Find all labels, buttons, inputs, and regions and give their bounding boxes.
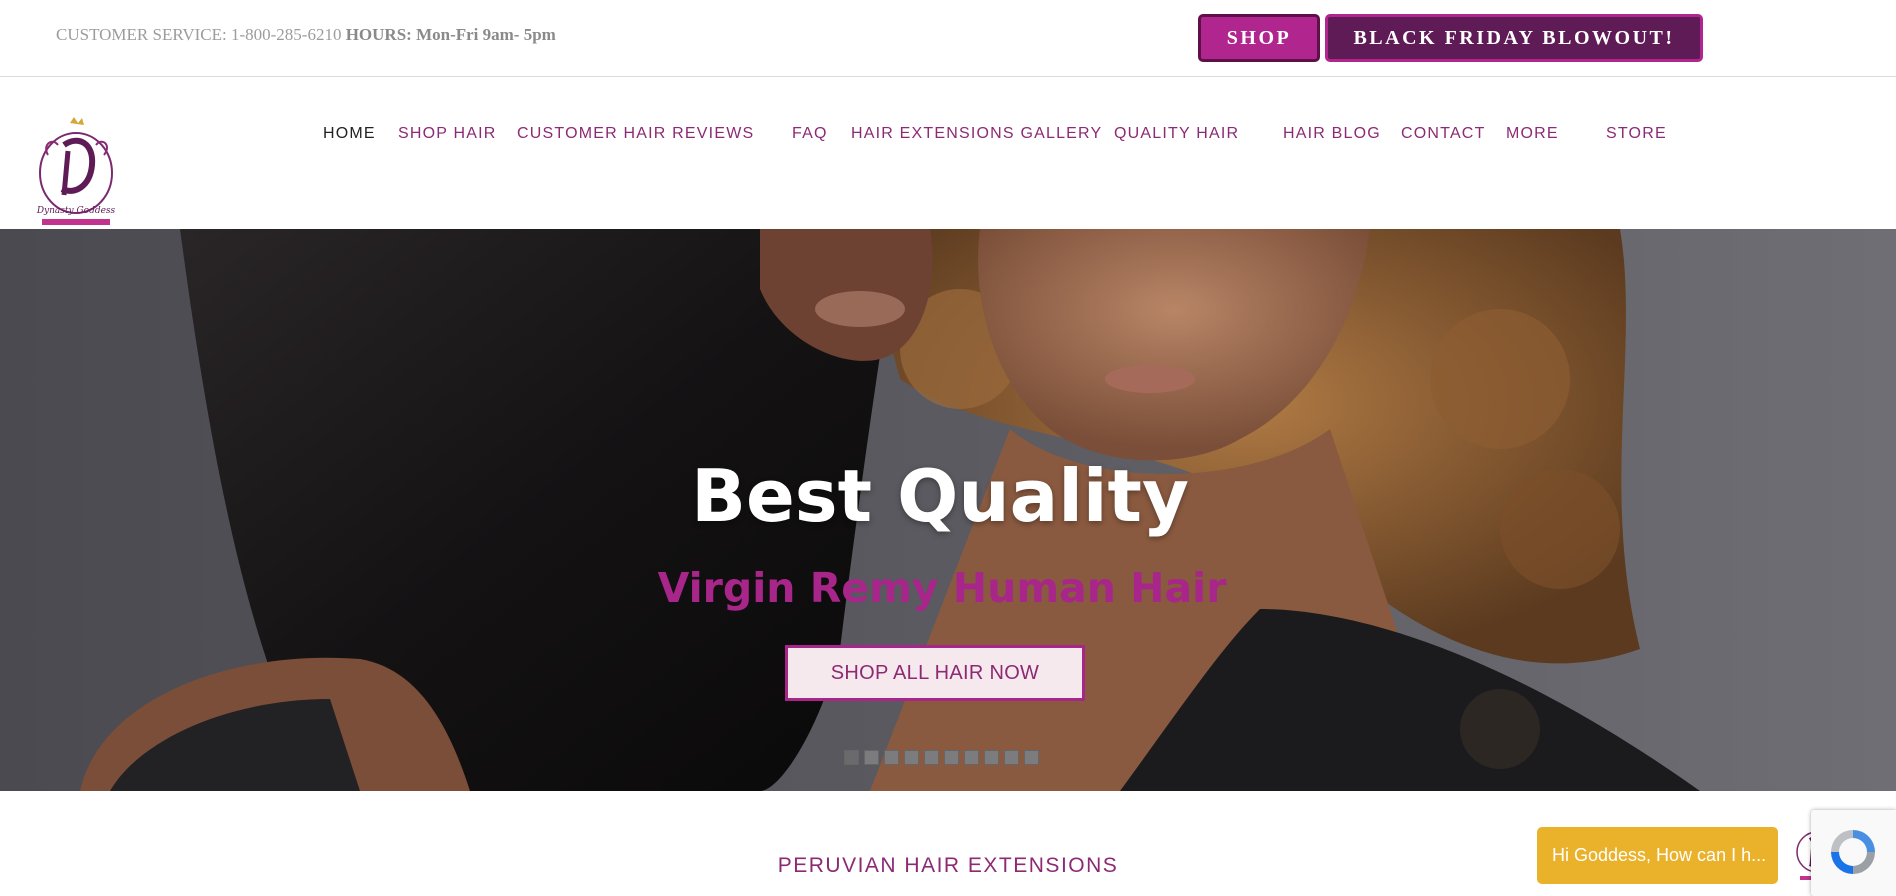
customer-service-info: CUSTOMER SERVICE: 1-800-285-6210 HOURS: … (56, 25, 556, 45)
black-friday-button[interactable]: BLACK FRIDAY BLOWOUT! (1325, 14, 1703, 62)
slider-dot[interactable] (964, 750, 979, 765)
site-header: Dynasty Goddess HOME SHOP HAIR CUSTOMER … (0, 77, 1896, 228)
nav-customer-hair-reviews[interactable]: CUSTOMER HAIR REVIEWS (517, 125, 754, 143)
slider-dot[interactable] (944, 750, 959, 765)
nav-more[interactable]: MORE (1506, 125, 1559, 143)
hero-subtitle: Virgin Remy Human Hair (657, 564, 1227, 612)
slider-dot[interactable] (1004, 750, 1019, 765)
slider-dot[interactable] (884, 750, 899, 765)
nav-store[interactable]: STORE (1606, 125, 1667, 143)
top-bar: CUSTOMER SERVICE: 1-800-285-6210 HOURS: … (0, 0, 1896, 77)
shop-button[interactable]: SHOP (1198, 14, 1320, 62)
nav-shop-hair[interactable]: SHOP HAIR (398, 125, 497, 143)
slider-dot[interactable] (984, 750, 999, 765)
shop-all-hair-button[interactable]: SHOP ALL HAIR NOW (785, 645, 1085, 701)
nav-hair-extensions-gallery[interactable]: HAIR EXTENSIONS GALLERY (851, 125, 1102, 143)
chat-bubble[interactable]: Hi Goddess, How can I h... (1537, 827, 1778, 884)
slider-dot[interactable] (844, 750, 859, 765)
slider-dot[interactable] (1024, 750, 1039, 765)
nav-contact[interactable]: CONTACT (1401, 125, 1486, 143)
hours-value: Mon-Fri 9am- 5pm (416, 25, 556, 44)
nav-faq[interactable]: FAQ (792, 125, 828, 143)
nav-home[interactable]: HOME (323, 125, 376, 143)
nav-hair-blog[interactable]: HAIR BLOG (1283, 125, 1381, 143)
slider-dot[interactable] (864, 750, 879, 765)
hero-title: Best Quality (691, 454, 1189, 538)
svg-text:Dynasty Goddess: Dynasty Goddess (36, 206, 116, 216)
slider-pagination (844, 750, 1039, 765)
logo-icon[interactable]: Dynasty Goddess (34, 115, 118, 229)
hours-label: HOURS: (345, 25, 412, 44)
recaptcha-icon (1831, 830, 1875, 874)
slider-dot[interactable] (924, 750, 939, 765)
customer-service-phone: CUSTOMER SERVICE: 1-800-285-6210 (56, 25, 342, 44)
nav-quality-hair[interactable]: QUALITY HAIR (1114, 125, 1239, 143)
hero-slider: Best Quality Virgin Remy Human Hair SHOP… (0, 229, 1896, 791)
recaptcha-badge[interactable] (1811, 810, 1896, 896)
slider-dot[interactable] (904, 750, 919, 765)
